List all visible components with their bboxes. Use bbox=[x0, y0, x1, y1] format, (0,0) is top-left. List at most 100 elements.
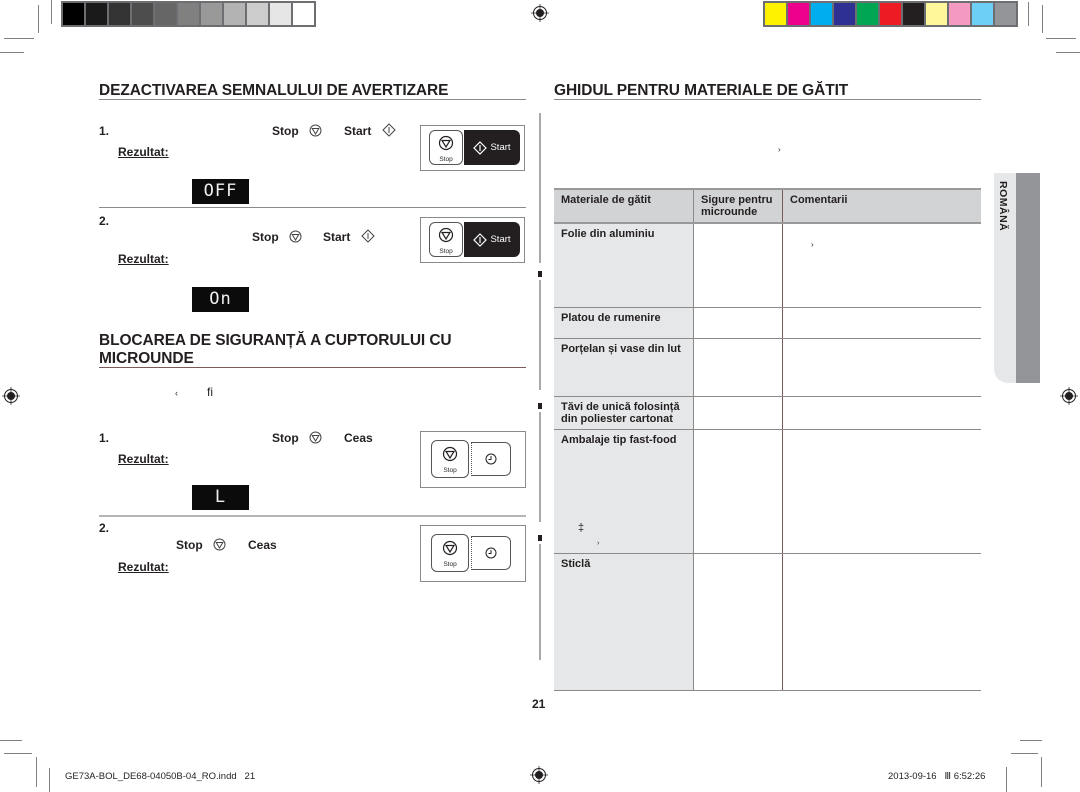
process-color-bar bbox=[763, 1, 1018, 27]
safe-cell bbox=[693, 396, 783, 430]
table-row: Ambalaje tip fast-food ‡ › bbox=[554, 429, 981, 554]
clock-icon bbox=[485, 547, 497, 559]
color-swatch bbox=[949, 3, 970, 25]
color-swatch bbox=[972, 3, 993, 25]
start-icon bbox=[473, 232, 488, 247]
stop-icon bbox=[442, 446, 458, 462]
result-label: Rezultat: bbox=[118, 560, 169, 574]
column-divider bbox=[539, 412, 541, 522]
color-swatch bbox=[995, 3, 1016, 25]
start-key-label: Start bbox=[323, 230, 351, 244]
crop-mark bbox=[51, 0, 52, 24]
column-header: Comentarii bbox=[782, 188, 981, 224]
crop-mark bbox=[0, 52, 24, 53]
clock-key-label: Ceas bbox=[344, 431, 373, 445]
registration-mark-icon bbox=[531, 4, 549, 22]
table-row: Porțelan și vase din lut bbox=[554, 338, 981, 397]
stop-icon bbox=[438, 227, 454, 243]
color-swatch bbox=[880, 3, 901, 25]
crop-mark bbox=[1056, 52, 1080, 53]
stop-icon bbox=[442, 540, 458, 556]
crop-mark bbox=[1046, 38, 1076, 39]
intro-text-fragment: › bbox=[778, 145, 781, 154]
section-title-line: BLOCAREA DE SIGURANȚĂ A CUPTORULUI CU bbox=[99, 332, 452, 349]
color-swatch bbox=[155, 3, 176, 25]
color-swatch bbox=[788, 3, 809, 25]
control-panel-illustration: Stop Start bbox=[420, 217, 525, 263]
material-cell: Porțelan și vase din lut bbox=[554, 338, 694, 397]
control-panel-illustration: Stop bbox=[420, 525, 526, 582]
start-button[interactable]: Start bbox=[464, 130, 520, 165]
stop-button[interactable]: Stop bbox=[431, 440, 469, 478]
comment-cell bbox=[782, 396, 981, 430]
material-cell: Tăvi de unică folosință din poliester ca… bbox=[554, 396, 694, 430]
safe-cell bbox=[693, 223, 783, 308]
control-panel-illustration: Stop Start bbox=[420, 125, 525, 171]
clock-button[interactable] bbox=[471, 442, 511, 476]
column-header: Sigure pentru microunde bbox=[693, 188, 783, 224]
material-cell: Ambalaje tip fast-food ‡ › bbox=[554, 429, 694, 554]
crop-mark bbox=[4, 753, 32, 754]
comment-cell: › bbox=[782, 223, 981, 308]
step-number: 2. bbox=[99, 521, 110, 535]
cookware-table: Materiale de gătit Sigure pentru microun… bbox=[554, 188, 981, 691]
step-number: 1. bbox=[99, 431, 110, 445]
color-swatch bbox=[857, 3, 878, 25]
language-tab: ROMÂNĂ bbox=[994, 173, 1040, 383]
column-divider-tick bbox=[538, 403, 542, 409]
section-title-rule bbox=[554, 99, 981, 100]
material-cell: Sticlă bbox=[554, 553, 694, 691]
stop-button[interactable]: Stop bbox=[431, 534, 469, 572]
stop-key-label: Stop bbox=[272, 124, 299, 138]
material-cell: Platou de rumenire bbox=[554, 307, 694, 339]
table-row: Sticlă bbox=[554, 553, 981, 691]
table-row: Folie din aluminiu › bbox=[554, 223, 981, 308]
stop-button-label: Stop bbox=[443, 561, 457, 568]
stop-icon bbox=[289, 230, 302, 243]
registration-mark-icon bbox=[2, 387, 20, 405]
color-swatch bbox=[224, 3, 245, 25]
column-header: Materiale de gătit bbox=[554, 188, 694, 224]
stop-button-label: Stop bbox=[439, 156, 453, 163]
start-icon bbox=[361, 229, 375, 243]
crop-mark bbox=[1006, 767, 1007, 792]
stop-button[interactable]: Stop bbox=[429, 130, 463, 165]
start-button[interactable]: Start bbox=[464, 222, 520, 257]
section-title-alarm: DEZACTIVAREA SEMNALULUI DE AVERTIZARE bbox=[99, 82, 449, 99]
stop-icon bbox=[438, 135, 454, 151]
start-icon bbox=[382, 123, 396, 137]
stop-button[interactable]: Stop bbox=[429, 222, 463, 257]
stop-key-label: Stop bbox=[176, 538, 203, 552]
clock-button[interactable] bbox=[471, 536, 511, 570]
footer-timestamp: 2013-09-16 Ⅲ 6:52:26 bbox=[888, 771, 986, 782]
column-divider-tick bbox=[538, 535, 542, 541]
crop-mark bbox=[1042, 5, 1043, 33]
comment-cell bbox=[782, 307, 981, 339]
crop-mark bbox=[1020, 740, 1042, 741]
section-title-rule bbox=[99, 367, 526, 368]
stop-icon bbox=[213, 538, 226, 551]
stop-icon bbox=[309, 431, 322, 444]
start-key-label: Start bbox=[344, 124, 372, 138]
color-swatch bbox=[903, 3, 924, 25]
language-tab-label: ROMÂNĂ bbox=[997, 181, 1009, 232]
stop-icon bbox=[309, 124, 322, 137]
result-label: Rezultat: bbox=[118, 252, 169, 266]
stop-button-label: Stop bbox=[439, 248, 453, 255]
table-header-row: Materiale de gătit Sigure pentru microun… bbox=[554, 188, 981, 224]
step-divider bbox=[99, 207, 526, 208]
registration-mark-icon bbox=[530, 766, 548, 784]
material-name: Ambalaje tip fast-food bbox=[561, 433, 677, 446]
color-swatch bbox=[178, 3, 199, 25]
section-title-safety-lock: BLOCAREA DE SIGURANȚĂ A CUPTORULUI CU MI… bbox=[99, 332, 452, 368]
stop-key-label: Stop bbox=[272, 431, 299, 445]
safe-cell bbox=[693, 307, 783, 339]
page-number: 21 bbox=[532, 697, 546, 711]
color-swatch bbox=[132, 3, 153, 25]
safe-cell bbox=[693, 553, 783, 691]
footer-filename: GE73A-BOL_DE68-04050B-04_RO.indd 21 bbox=[65, 771, 256, 782]
language-tab-edge bbox=[1016, 173, 1040, 383]
section-title-line: MICROUNDE bbox=[99, 350, 194, 367]
intro-text-fragment: fi bbox=[207, 385, 213, 399]
grayscale-color-bar bbox=[61, 1, 316, 27]
